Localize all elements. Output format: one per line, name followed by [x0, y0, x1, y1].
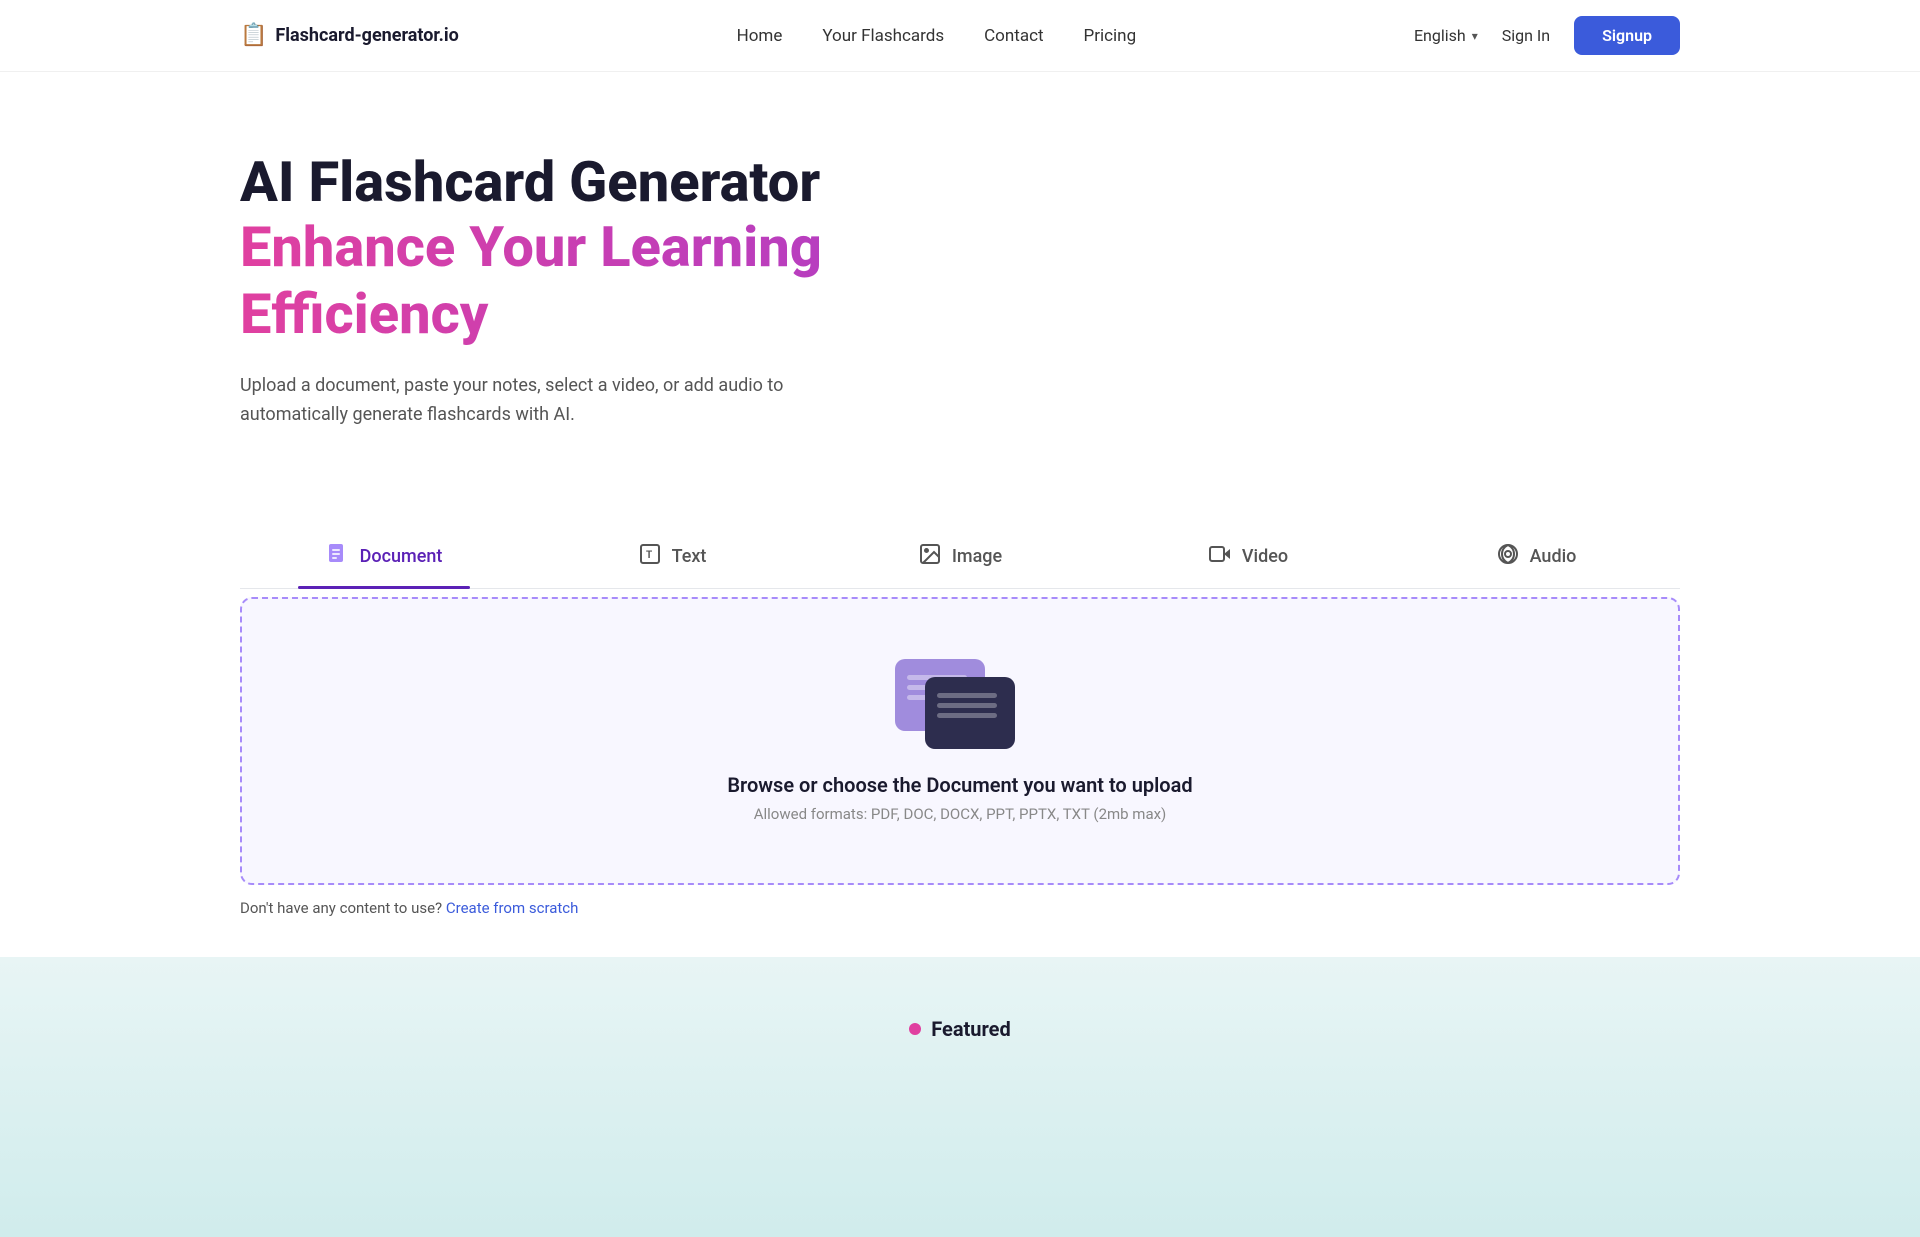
tab-video[interactable]: Video: [1104, 530, 1392, 588]
create-from-scratch-link[interactable]: Create from scratch: [446, 899, 579, 917]
navbar: 📋 Flashcard-generator.io Home Your Flash…: [0, 0, 1920, 72]
hero-title-line3: Efficiency: [240, 281, 1680, 348]
image-icon: [918, 542, 942, 572]
chevron-down-icon: ▾: [1472, 29, 1478, 43]
audio-icon: [1496, 542, 1520, 572]
language-label: English: [1414, 26, 1466, 45]
signin-button[interactable]: Sign In: [1502, 26, 1550, 45]
input-type-tabs: Document T Text Image Video: [240, 530, 1680, 589]
svg-text:T: T: [646, 550, 652, 561]
nav-link-contact[interactable]: Contact: [984, 26, 1043, 46]
nav-link-your-flashcards[interactable]: Your Flashcards: [822, 26, 944, 46]
hero-title-line1: AI Flashcard Generator: [240, 152, 1680, 214]
tab-audio-label: Audio: [1530, 546, 1577, 567]
hero-section: AI Flashcard Generator Enhance Your Lear…: [0, 72, 1920, 490]
nav-link-home[interactable]: Home: [737, 26, 783, 46]
upload-section: Browse or choose the Document you want t…: [240, 589, 1680, 957]
upload-illustration: [895, 659, 1025, 749]
tab-image[interactable]: Image: [816, 530, 1104, 588]
tab-text[interactable]: T Text: [528, 530, 816, 588]
signup-button[interactable]: Signup: [1574, 16, 1680, 55]
scratch-prompt: Don't have any content to use?: [240, 899, 446, 917]
featured-dot: [909, 1023, 921, 1035]
logo[interactable]: 📋 Flashcard-generator.io: [240, 23, 459, 48]
featured-title: Featured: [909, 1017, 1010, 1041]
hero-subtitle: Upload a document, paste your notes, sel…: [240, 372, 800, 430]
tab-text-label: Text: [672, 546, 707, 567]
document-icon: [326, 542, 350, 572]
tab-video-label: Video: [1242, 546, 1288, 567]
upload-main-text: Browse or choose the Document you want t…: [727, 773, 1192, 797]
logo-text: Flashcard-generator.io: [275, 25, 458, 46]
hero-title-line2: Enhance Your Learning: [240, 214, 1680, 281]
tab-audio[interactable]: Audio: [1392, 530, 1680, 588]
tab-image-label: Image: [952, 546, 1002, 567]
featured-label: Featured: [931, 1017, 1010, 1041]
language-selector[interactable]: English ▾: [1414, 26, 1478, 45]
upload-sub-text: Allowed formats: PDF, DOC, DOCX, PPT, PP…: [754, 805, 1167, 823]
nav-links: Home Your Flashcards Contact Pricing: [737, 26, 1137, 46]
logo-icon: 📋: [240, 23, 267, 48]
tab-document-label: Document: [360, 546, 443, 567]
nav-right: English ▾ Sign In Signup: [1414, 16, 1680, 55]
video-icon: [1208, 542, 1232, 572]
tab-document[interactable]: Document: [240, 530, 528, 588]
upload-dropzone[interactable]: Browse or choose the Document you want t…: [240, 597, 1680, 885]
text-icon: T: [638, 542, 662, 572]
hero-title-gradient-block: Enhance Your Learning Efficiency: [240, 214, 1680, 348]
nav-link-pricing[interactable]: Pricing: [1084, 26, 1137, 46]
featured-section: Featured: [0, 957, 1920, 1237]
scratch-hint: Don't have any content to use? Create fr…: [240, 899, 1680, 917]
